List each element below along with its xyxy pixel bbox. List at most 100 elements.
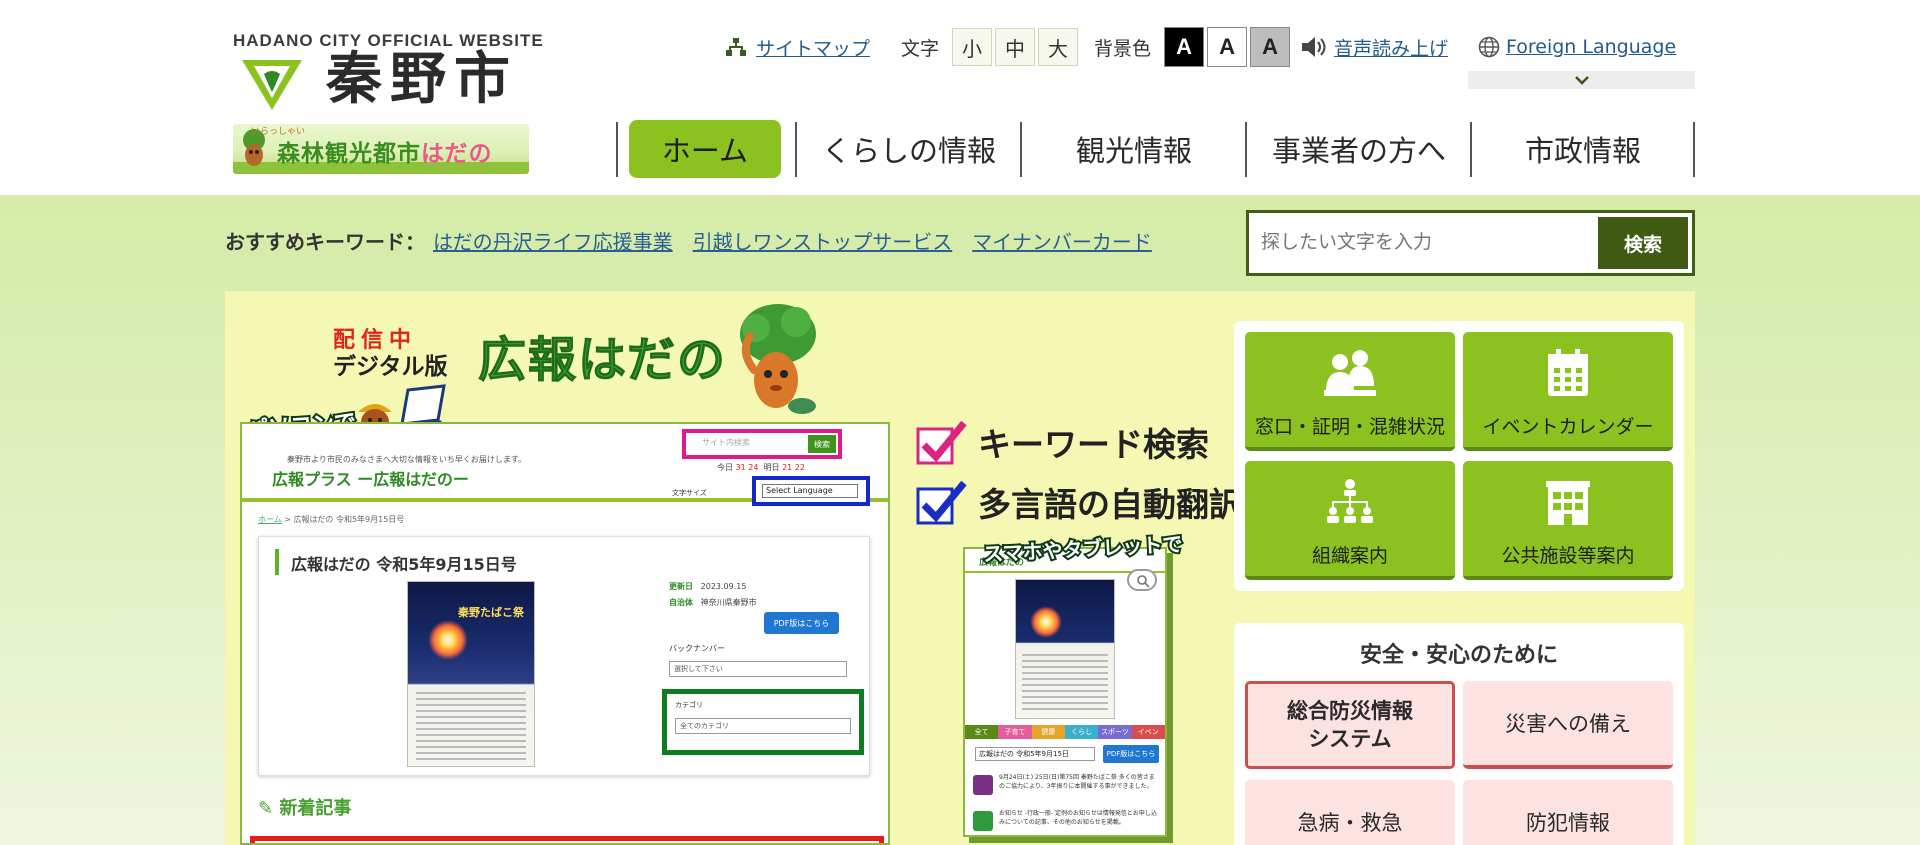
pc-font-size-label: 文字サイズ: [672, 489, 707, 497]
pc-search-button: 検索: [808, 435, 836, 453]
feature-auto-translation: 多言語の自動翻訳: [916, 478, 1242, 526]
pc-translation-highlight: Select Language: [752, 476, 870, 506]
building-icon: [1546, 481, 1590, 525]
sp-article-item: 9月24日(土) 25日(日)第75回 秦野たばこ祭 多くの皆さまのご協力により…: [973, 771, 1161, 807]
people-icon: [1324, 350, 1376, 396]
sp-issue-select: 広報はだの 令和5年9月15日: [975, 747, 1095, 761]
crime-prevention-button[interactable]: 防犯情報: [1463, 780, 1673, 845]
nav-living-info[interactable]: くらしの情報: [797, 120, 1021, 178]
nav-divider: [616, 122, 618, 177]
pc-pdf-button: PDF版はこちら: [764, 612, 839, 634]
quick-links-panel: 窓口・証明・混雑状況 イベントカレンダー 組織案内 公共施設等案内: [1234, 321, 1684, 591]
search-button[interactable]: 検索: [1598, 217, 1688, 269]
pc-cover-image: 秦野たばこ祭: [407, 581, 535, 767]
pc-category-highlight: カテゴリ 全てのカテゴリ: [662, 689, 864, 755]
keyword-link-moving-one-stop[interactable]: 引越しワンストップサービス: [693, 226, 953, 255]
sitemap-icon: [726, 38, 746, 56]
org-chart-icon: [1327, 479, 1373, 523]
font-size-large-button[interactable]: 大: [1038, 28, 1079, 66]
nav-divider: [1693, 122, 1695, 177]
sp-category-tabs: 全て 子育て 健康 くらし スポーツ イベン: [965, 725, 1165, 739]
smartphone-screenshot: 広報はだの 全て 子育て 健康 くらし スポーツ イベン 広報はだの 令和5年9…: [963, 547, 1167, 837]
nav-home[interactable]: ホーム: [629, 120, 781, 178]
pc-backnumber-select: 選択して下さい: [669, 661, 847, 677]
disaster-preparedness-button[interactable]: 災害への備え: [1463, 681, 1673, 769]
keyword-link-tanzawa-life[interactable]: はだの丹沢ライフ応援事業: [433, 226, 673, 255]
search-input[interactable]: [1261, 227, 1581, 257]
font-size-small-button[interactable]: 小: [952, 28, 993, 66]
foreign-language-group[interactable]: Foreign Language: [1478, 30, 1676, 64]
quick-link-organization[interactable]: 組織案内: [1245, 461, 1455, 580]
pc-new-articles: ✎ 新着記事: [258, 798, 352, 819]
firework-graphic: [1030, 606, 1062, 638]
feature-keyword-search: キーワード検索: [916, 418, 1209, 466]
sp-article-item: お知らせ -行政一般- 定例のお知らせは情報発信とお申し込みについての記事、その…: [973, 807, 1161, 835]
sp-cover-image: [1015, 579, 1115, 719]
pc-issue-panel: 広報はだの 令和5年9月15日号 秦野たばこ祭 更新日 2023.09.15 自…: [258, 536, 870, 776]
font-size-medium-button[interactable]: 中: [995, 28, 1036, 66]
search-icon: [1137, 575, 1150, 588]
safety-panel: 安全・安心のために 総合防災情報 システム 災害への備え 急病・救急 防犯情報: [1234, 623, 1684, 845]
city-name-logo[interactable]: 秦野市: [326, 52, 518, 108]
firework-graphic: [428, 620, 468, 660]
sitemap-link-group[interactable]: サイトマップ: [726, 30, 870, 64]
bg-black-button[interactable]: A: [1164, 27, 1205, 67]
cover-text-lines: [1022, 654, 1108, 712]
city-emblem-icon[interactable]: [240, 56, 304, 114]
calendar-icon: [1548, 349, 1588, 396]
emergency-medical-button[interactable]: 急病・救急: [1245, 780, 1455, 845]
pc-red-highlight: [250, 836, 884, 843]
banner-text: 森林観光都市はだの: [277, 141, 493, 167]
site-search: 検索: [1246, 210, 1695, 276]
keyword-link-my-number-card[interactable]: マイナンバーカード: [972, 226, 1152, 255]
read-aloud-link[interactable]: 音声読み上げ: [1334, 34, 1448, 61]
bg-white-button[interactable]: A: [1207, 27, 1248, 67]
pc-issue-accent: [275, 549, 279, 575]
recommended-keywords: おすすめキーワード： はだの丹沢ライフ応援事業 引越しワンストップサービス マイ…: [225, 226, 1152, 255]
language-menu-toggle[interactable]: [1468, 71, 1695, 89]
background-color-group: 背景色 A A A: [1094, 27, 1291, 67]
sitemap-link[interactable]: サイトマップ: [756, 34, 870, 61]
checkmark-blue-icon: [916, 480, 967, 525]
article-icon: [973, 775, 993, 795]
pc-breadcrumb: ホーム > 広報はだの 令和5年9月15日号: [258, 515, 405, 524]
nav-business[interactable]: 事業者の方へ: [1247, 120, 1471, 178]
pc-keyword-search-highlight: サイト内検索 検索: [682, 429, 842, 459]
foreign-language-link[interactable]: Foreign Language: [1506, 36, 1676, 58]
cover-text-lines: [416, 692, 526, 762]
pc-issue-title: 広報はだの 令和5年9月15日号: [291, 555, 517, 574]
article-icon: [973, 811, 993, 831]
speaker-icon: [1302, 37, 1326, 57]
pc-date-info: 今日 31 24 明日 21 22: [717, 463, 805, 472]
disaster-info-system-button[interactable]: 総合防災情報 システム: [1245, 681, 1455, 769]
pc-backnumber-label: バックナンバー: [669, 644, 725, 653]
bg-gray-button[interactable]: A: [1250, 27, 1291, 67]
pc-cover-title: 秦野たばこ祭: [458, 606, 524, 619]
site-header: HADANO CITY OFFICIAL WEBSITE 秦野市 いらっしゃい …: [0, 0, 1920, 195]
quick-link-counter-certificates[interactable]: 窓口・証明・混雑状況: [1245, 332, 1455, 451]
pc-koho-plus-logo: 広報プラス ー広報はだのー: [272, 470, 469, 489]
read-aloud-group[interactable]: 音声読み上げ: [1302, 30, 1448, 64]
keywords-label: おすすめキーワード：: [225, 230, 425, 254]
quick-link-public-facilities[interactable]: 公共施設等案内: [1463, 461, 1673, 580]
pc-category-label: カテゴリ: [675, 701, 703, 709]
chevron-down-icon: [1574, 76, 1589, 85]
pc-intro-text: 秦野市より市民のみなさまへ大切な情報をいち早くお届けします。: [287, 455, 527, 464]
quick-link-event-calendar[interactable]: イベントカレンダー: [1463, 332, 1673, 451]
checkmark-pink-icon: [916, 420, 967, 465]
pc-header: 秦野市より市民のみなさまへ大切な情報をいち早くお届けします。 広報プラス ー広報…: [242, 424, 888, 506]
nav-tourism-info[interactable]: 観光情報: [1022, 120, 1246, 178]
pc-language-select: Select Language: [762, 484, 858, 498]
pc-meta: 更新日 2023.09.15 自治体 神奈川県秦野市: [669, 582, 757, 607]
globe-icon: [1478, 36, 1500, 58]
pc-screenshot: 秦野市より市民のみなさまへ大切な情報をいち早くお届けします。 広報プラス ー広報…: [240, 422, 890, 845]
font-size-group: 文字 小 中 大: [901, 28, 1079, 66]
pc-search-placeholder: サイト内検索: [702, 438, 750, 447]
koho-hadano-title: 広報はだの: [477, 332, 728, 389]
pc-category-select: 全てのカテゴリ: [675, 718, 851, 734]
font-size-label: 文字: [901, 37, 940, 60]
safety-title: 安全・安心のために: [1359, 643, 1558, 668]
nav-city-admin[interactable]: 市政情報: [1472, 120, 1694, 178]
forest-tourism-banner[interactable]: いらっしゃい 森林観光都市はだの: [233, 124, 529, 174]
sp-pdf-button: PDF版はこちら: [1103, 745, 1159, 763]
